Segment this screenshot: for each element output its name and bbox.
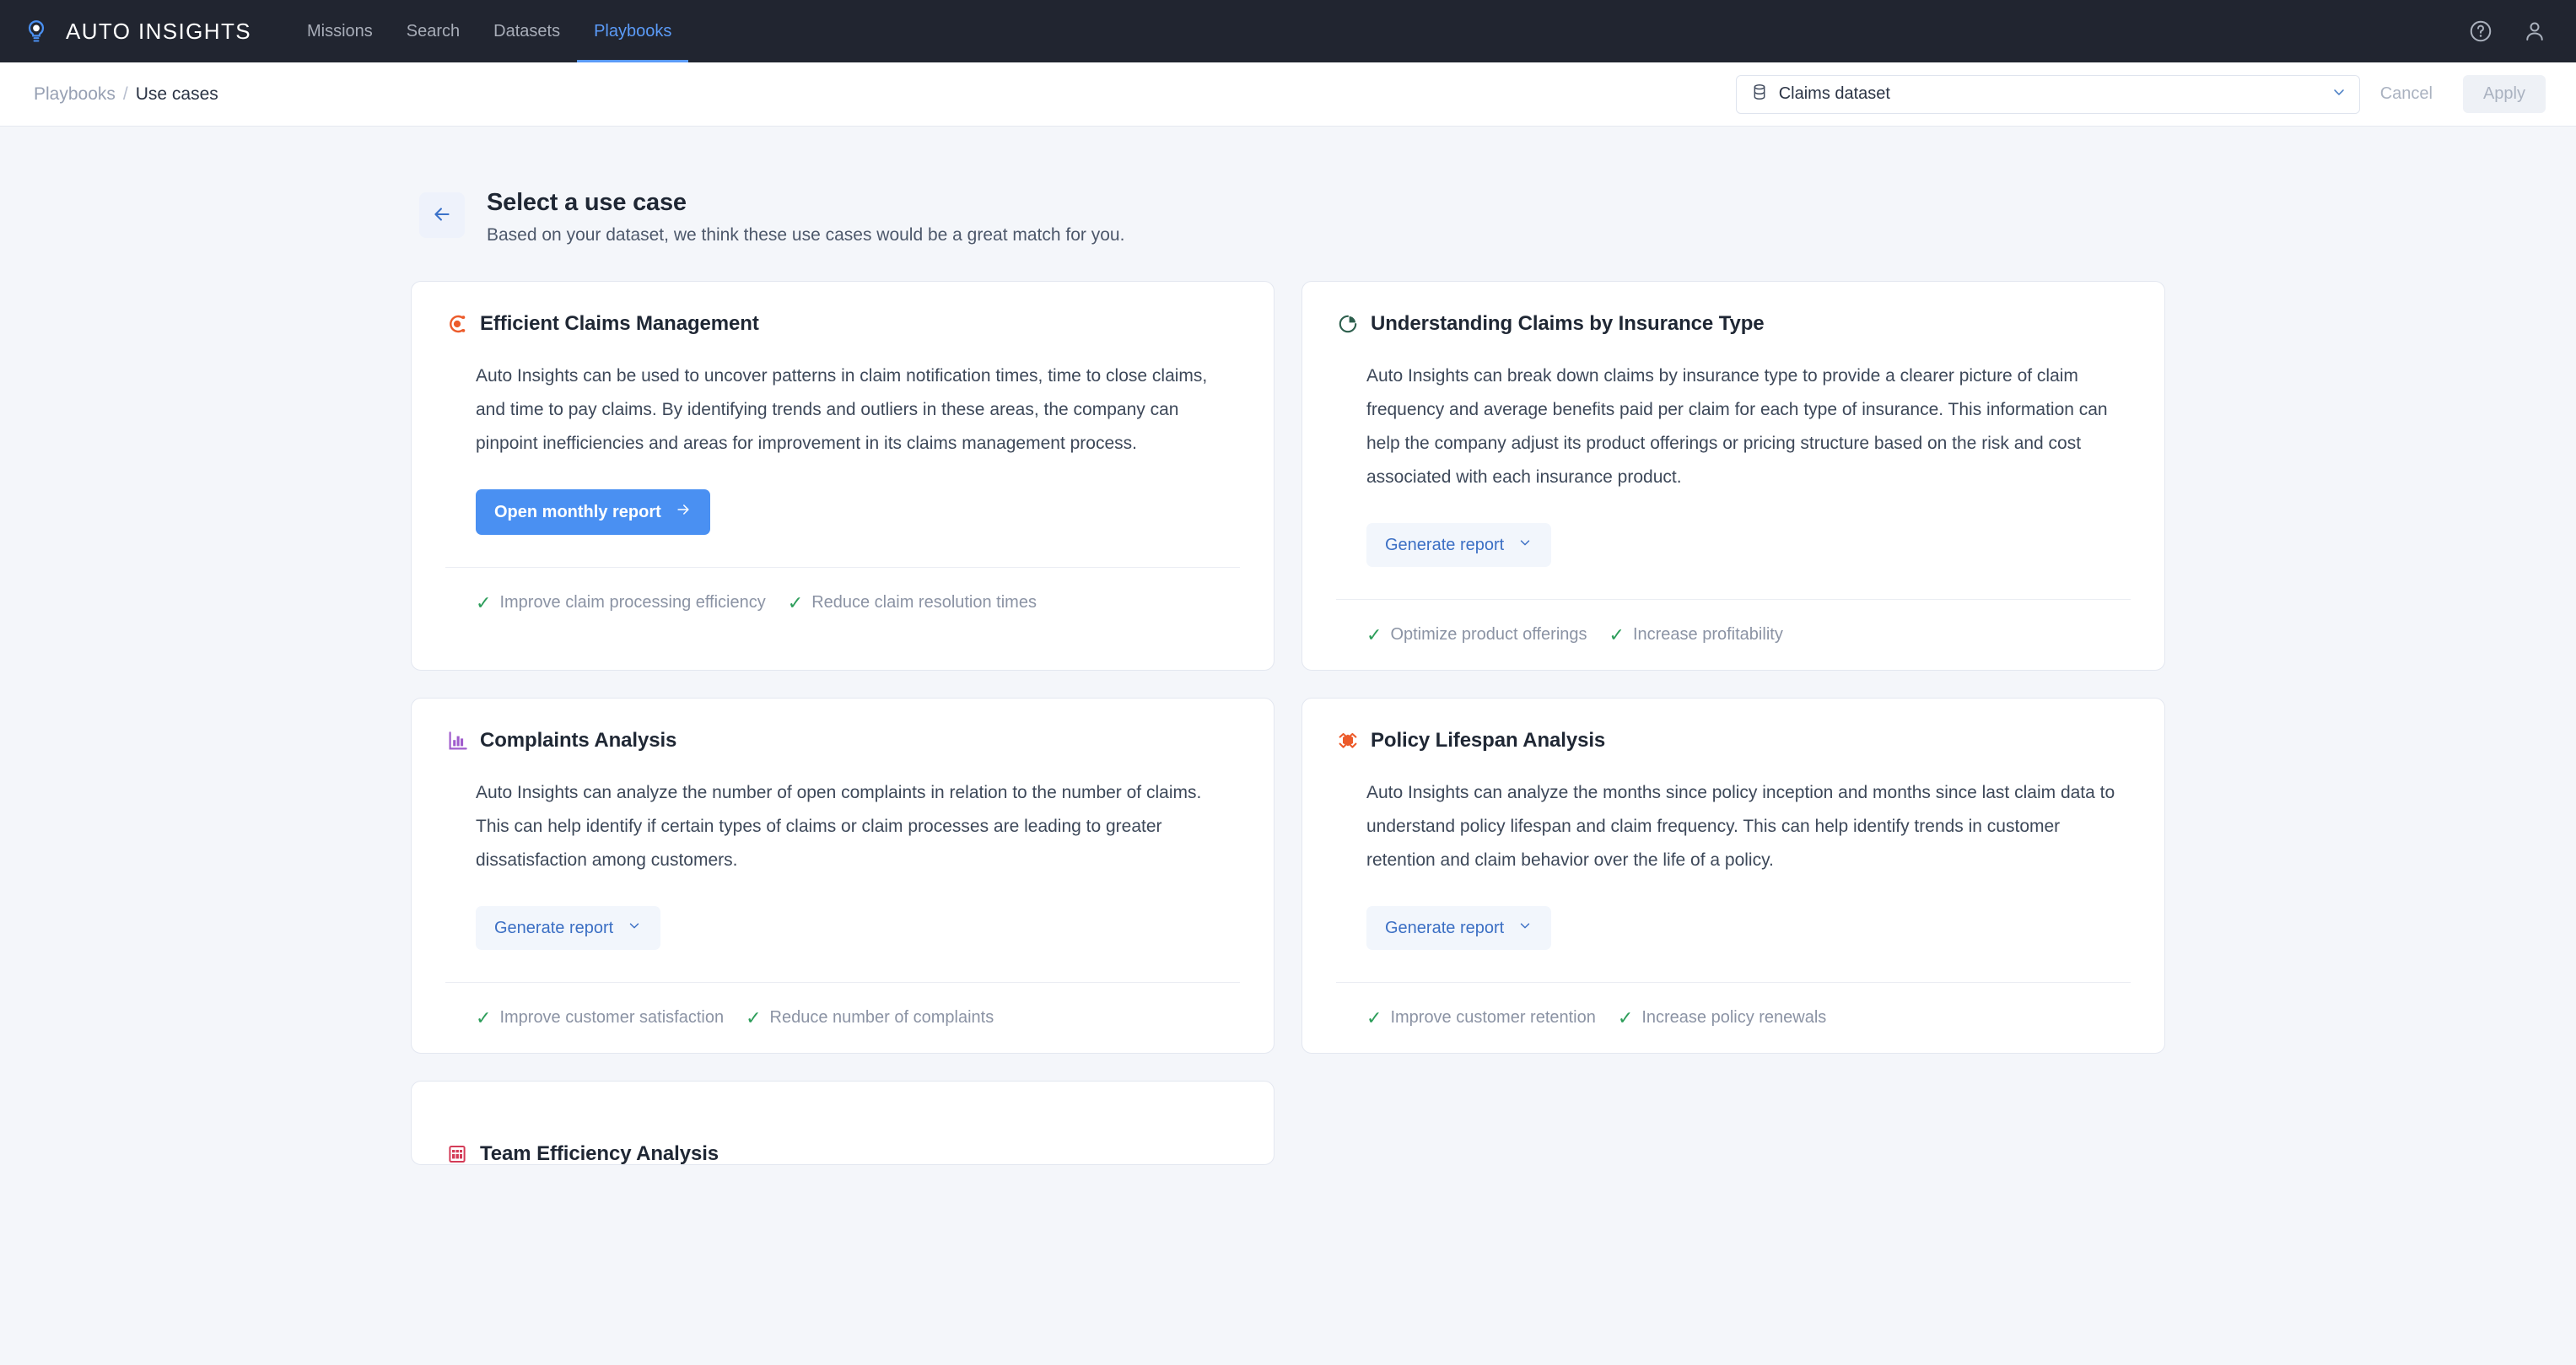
- help-circle-icon[interactable]: [2468, 19, 2493, 44]
- card-actions: Generate report: [1336, 906, 2131, 950]
- card-benefits: ✓ Optimize product offerings ✓ Increase …: [1336, 600, 2131, 645]
- page-content: Select a use case Based on your dataset,…: [0, 127, 2576, 1365]
- use-case-card[interactable]: Efficient Claims Management Auto Insight…: [411, 281, 1275, 671]
- card-header: Complaints Analysis: [445, 729, 1240, 753]
- card-header: Team Efficiency Analysis: [445, 1142, 1240, 1165]
- subheader-actions: Claims dataset Cancel Apply: [1735, 74, 2546, 114]
- card-header: Policy Lifespan Analysis: [1336, 729, 2131, 753]
- arrow-right-icon: [675, 501, 692, 523]
- benefit-item: ✓ Improve customer satisfaction: [476, 1008, 724, 1028]
- chevron-down-icon: [2331, 84, 2347, 105]
- use-case-card[interactable]: Understanding Claims by Insurance Type A…: [1301, 281, 2165, 671]
- generate-report-button[interactable]: Generate report: [1366, 523, 1552, 567]
- benefit-label: Optimize product offerings: [1390, 625, 1587, 644]
- generate-report-label: Generate report: [1385, 918, 1505, 937]
- benefit-item: ✓ Improve claim processing efficiency: [476, 593, 766, 612]
- check-icon: ✓: [476, 591, 492, 613]
- card-title: Complaints Analysis: [480, 729, 677, 752]
- use-case-card[interactable]: Complaints Analysis Auto Insights can an…: [411, 698, 1275, 1054]
- generate-report-label: Generate report: [1385, 535, 1505, 554]
- use-case-card[interactable]: Team Efficiency Analysis: [411, 1081, 1275, 1165]
- card-description: Auto Insights can break down claims by i…: [1366, 366, 2108, 487]
- generate-report-button[interactable]: Generate report: [1366, 906, 1552, 950]
- card-description: Auto Insights can analyze the number of …: [476, 783, 1202, 870]
- check-icon: ✓: [787, 591, 804, 613]
- back-button[interactable]: [419, 192, 465, 238]
- check-icon: ✓: [476, 1006, 492, 1028]
- nav-link-datasets[interactable]: Datasets: [477, 0, 577, 62]
- page-title: Select a use case: [487, 189, 687, 216]
- nav-right-group: [2468, 19, 2547, 44]
- generate-report-label: Generate report: [494, 918, 614, 937]
- use-case-grid: Efficient Claims Management Auto Insight…: [411, 281, 2165, 1165]
- card-title: Efficient Claims Management: [480, 312, 759, 335]
- card-actions: Open monthly report: [445, 489, 1240, 535]
- card-description: Auto Insights can be used to uncover pat…: [476, 366, 1208, 453]
- bar-chart-icon: [445, 729, 469, 753]
- dataset-selector[interactable]: Claims dataset: [1735, 74, 2360, 114]
- benefit-label: Increase policy renewals: [1641, 1008, 1827, 1027]
- check-icon: ✓: [746, 1006, 762, 1028]
- benefit-item: ✓ Optimize product offerings: [1366, 625, 1587, 645]
- primary-nav: Missions Search Datasets Playbooks: [290, 0, 688, 62]
- open-monthly-report-label: Open monthly report: [494, 502, 661, 521]
- benefit-label: Improve customer retention: [1390, 1008, 1596, 1027]
- check-icon: ✓: [1366, 1006, 1382, 1028]
- chevron-down-icon: [627, 918, 642, 938]
- card-actions: Generate report: [445, 906, 1240, 950]
- brand-name: AUTO INSIGHTS: [66, 18, 251, 44]
- card-benefits: ✓ Improve customer retention ✓ Increase …: [1336, 983, 2131, 1028]
- use-case-card[interactable]: Policy Lifespan Analysis Auto Insights c…: [1301, 698, 2165, 1054]
- chevron-down-icon: [1517, 918, 1533, 938]
- card-title: Team Efficiency Analysis: [480, 1142, 719, 1165]
- benefit-item: ✓ Increase policy renewals: [1618, 1008, 1826, 1028]
- benefit-item: ✓ Reduce number of complaints: [746, 1008, 994, 1028]
- chevron-down-icon: [1517, 535, 1533, 555]
- apply-button[interactable]: Apply: [2462, 75, 2546, 113]
- check-icon: ✓: [1366, 623, 1382, 645]
- benefit-label: Reduce claim resolution times: [811, 593, 1037, 612]
- card-title: Understanding Claims by Insurance Type: [1371, 312, 1765, 335]
- user-icon[interactable]: [2522, 19, 2547, 44]
- database-icon: [1750, 83, 1769, 105]
- lightbulb-icon[interactable]: [22, 17, 51, 46]
- card-benefits: ✓ Improve claim processing efficiency ✓ …: [445, 568, 1240, 612]
- page-subtitle: Based on your dataset, we think these us…: [487, 225, 1125, 245]
- check-icon: ✓: [1617, 1006, 1634, 1028]
- page-header: Select a use case Based on your dataset,…: [411, 187, 2165, 245]
- nav-link-playbooks[interactable]: Playbooks: [577, 0, 688, 62]
- benefit-label: Reduce number of complaints: [769, 1008, 994, 1027]
- cancel-button[interactable]: Cancel: [2360, 75, 2453, 113]
- nav-link-search[interactable]: Search: [390, 0, 477, 62]
- card-header: Efficient Claims Management: [445, 312, 1240, 336]
- benefit-label: Improve claim processing efficiency: [499, 593, 766, 612]
- benefit-item: ✓ Reduce claim resolution times: [788, 593, 1037, 612]
- top-navigation-bar: AUTO INSIGHTS Missions Search Datasets P…: [0, 0, 2576, 62]
- card-title: Policy Lifespan Analysis: [1371, 729, 1606, 752]
- check-icon: ✓: [1609, 623, 1625, 645]
- breadcrumb-current: Use cases: [135, 84, 218, 104]
- open-monthly-report-button[interactable]: Open monthly report: [476, 489, 710, 535]
- generate-report-button[interactable]: Generate report: [476, 906, 661, 950]
- dataset-selected-value: Claims dataset: [1778, 84, 1890, 103]
- benefit-item: ✓ Improve customer retention: [1366, 1008, 1596, 1028]
- benefit-item: ✓ Increase profitability: [1609, 625, 1783, 645]
- grid-table-icon: [445, 1142, 469, 1164]
- card-description: Auto Insights can analyze the months sin…: [1366, 783, 2115, 870]
- benefit-label: Increase profitability: [1632, 625, 1783, 644]
- breadcrumb-separator: /: [122, 84, 128, 104]
- target-dial-icon: [445, 312, 469, 336]
- breadcrumb: Playbooks / Use cases: [34, 84, 218, 105]
- breadcrumb-playbooks[interactable]: Playbooks: [34, 84, 116, 105]
- sub-header-bar: Playbooks / Use cases Claims dataset Can…: [0, 62, 2576, 127]
- hexagon-chevron-icon: [1336, 729, 1360, 753]
- nav-link-missions[interactable]: Missions: [290, 0, 390, 62]
- card-actions: Generate report: [1336, 523, 2131, 567]
- card-header: Understanding Claims by Insurance Type: [1336, 312, 2131, 336]
- arrow-left-icon: [431, 203, 453, 228]
- card-benefits: ✓ Improve customer satisfaction ✓ Reduce…: [445, 983, 1240, 1028]
- pie-chart-icon: [1336, 312, 1360, 336]
- benefit-label: Improve customer satisfaction: [499, 1008, 725, 1027]
